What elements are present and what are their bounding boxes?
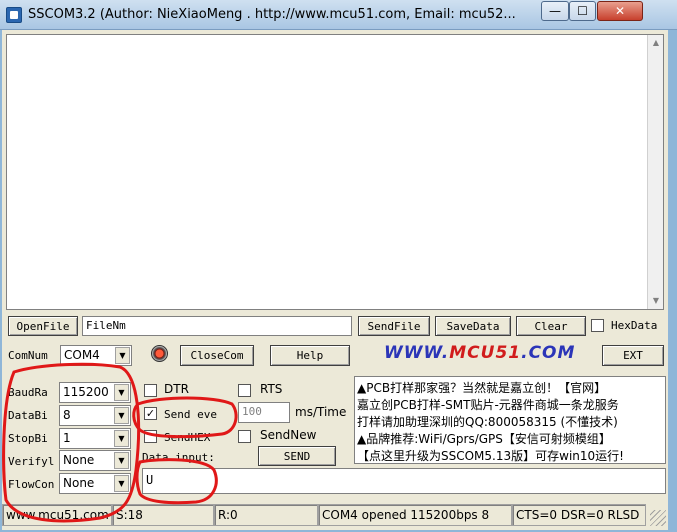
title-bar[interactable]: SSCOM3.2 (Author: NieXiaoMeng . http://w… [0,0,677,30]
status-website[interactable]: www.mcu51.com [2,504,112,526]
baudrate-value: 115200 [63,385,109,399]
ad-line[interactable]: ▲品牌推荐:WiFi/Gprs/GPS【安信可射频模组】 [357,430,611,447]
status-bar: www.mcu51.com S:18 R:0 COM4 opened 11520… [2,502,668,530]
sendnew-label: SendNew [260,428,317,442]
flowcontrol-select[interactable]: None ▼ [59,473,131,494]
client-area: ▲ ▼ OpenFile FileNm SendFile SaveData Cl… [2,30,668,530]
ad-line[interactable]: 【点这里升级为SSCOM5.13版】可存win10运行! [357,447,624,463]
flowcontrol-label: FlowCon [8,478,55,491]
dtr-checkbox[interactable] [144,384,157,397]
comnum-select[interactable]: COM4 ▼ [60,345,132,366]
dtr-label: DTR [164,382,189,396]
sendfile-button[interactable]: SendFile [358,316,430,336]
advertisement-panel[interactable]: ▲PCB打样那家强？当然就是嘉立创！【官网】 嘉立创PCB打样-SMT贴片-元器… [354,376,666,464]
status-signals: CTS=0 DSR=0 RLSD [512,504,646,526]
logo-text-www: WWW. [384,343,450,363]
flowcontrol-value: None [63,476,95,490]
send-data-input[interactable]: U [142,468,666,494]
filename-input[interactable]: FileNm [82,316,352,336]
verify-value: None [63,453,95,467]
comnum-label: ComNum [8,349,48,362]
databits-value: 8 [63,408,71,422]
chevron-down-icon[interactable]: ▼ [114,430,129,447]
sendnew-checkbox[interactable] [238,430,251,443]
send-every-label: Send eve [164,408,217,421]
interval-input[interactable]: 100 [238,402,290,423]
stopbits-value: 1 [63,431,71,445]
status-port: COM4 opened 115200bps 8 [318,504,512,526]
openfile-button[interactable]: OpenFile [8,316,78,336]
mcu51-logo[interactable]: WWW.MCU51.COM [384,343,575,363]
logo-text-mcu51: MCU51 [449,343,522,363]
rts-checkbox[interactable] [238,384,251,397]
interval-unit-label: ms/Time [295,405,347,419]
send-every-checkbox[interactable]: ✓ [144,407,157,420]
chevron-down-icon[interactable]: ▼ [114,452,129,469]
logo-text-com: .COM [521,343,576,363]
stopbits-select[interactable]: 1 ▼ [59,428,131,449]
sendhex-label: SendHEX [164,431,211,444]
closecom-button[interactable]: CloseCom [180,345,254,366]
send-button[interactable]: SEND [258,446,336,466]
hexdata-label: HexData [611,319,658,332]
resize-grip-icon[interactable] [650,510,666,526]
help-button[interactable]: Help [270,345,350,366]
ext-button[interactable]: EXT [602,345,664,366]
ad-line[interactable]: 打样请加助理深圳的QQ:800058315 (不懂技术) [357,413,618,430]
chevron-down-icon[interactable]: ▼ [114,475,129,492]
scroll-up-icon[interactable]: ▲ [648,35,664,51]
ad-line[interactable]: ▲PCB打样那家强？当然就是嘉立创！【官网】 [357,379,606,396]
minimize-button[interactable]: — [541,1,569,21]
databits-select[interactable]: 8 ▼ [59,405,131,426]
ad-line[interactable]: 嘉立创PCB打样-SMT贴片-元器件商城一条龙服务 [357,396,619,413]
rts-label: RTS [260,382,283,396]
baudrate-select[interactable]: 115200 ▼ [59,382,131,403]
status-sent-count: S:18 [112,504,214,526]
stopbits-label: StopBi [8,432,48,445]
baudrate-label: BaudRa [8,386,48,399]
port-status-icon [151,345,168,362]
chevron-down-icon[interactable]: ▼ [114,384,129,401]
chevron-down-icon[interactable]: ▼ [115,347,130,364]
sendhex-checkbox[interactable] [144,430,157,443]
databits-label: DataBi [8,409,48,422]
maximize-button[interactable]: ☐ [569,1,596,21]
verify-select[interactable]: None ▼ [59,450,131,471]
comnum-value: COM4 [64,348,100,362]
app-icon [6,7,22,23]
clear-button[interactable]: Clear [516,316,586,336]
chevron-down-icon[interactable]: ▼ [114,407,129,424]
window-title: SSCOM3.2 (Author: NieXiaoMeng . http://w… [28,7,516,22]
status-received-count: R:0 [214,504,318,526]
savedata-button[interactable]: SaveData [435,316,511,336]
check-icon: ✓ [145,407,156,420]
app-window: SSCOM3.2 (Author: NieXiaoMeng . http://w… [0,0,677,532]
receive-scrollbar[interactable]: ▲ ▼ [647,35,663,309]
data-input-label: Data input: [142,451,215,464]
verify-label: Verifyl [8,455,55,468]
scroll-down-icon[interactable]: ▼ [648,293,664,309]
hexdata-checkbox[interactable] [591,319,604,332]
receive-textarea[interactable]: ▲ ▼ [6,34,664,310]
close-button[interactable]: ✕ [597,1,643,21]
